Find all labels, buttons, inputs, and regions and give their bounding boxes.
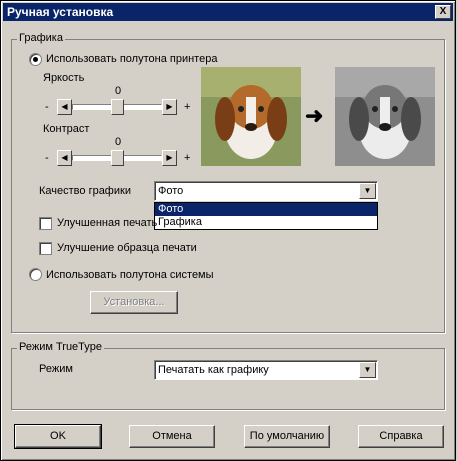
mode-label: Режим	[39, 363, 73, 375]
contrast-value: 0	[115, 136, 122, 148]
setup-button[interactable]: Установка...	[90, 291, 178, 314]
halftone-system-radio[interactable]	[29, 268, 42, 281]
improved-print-checkbox[interactable]	[39, 217, 52, 230]
contrast-label: Контраст	[43, 123, 90, 135]
quality-label: Качество графики	[39, 185, 131, 197]
brightness-thumb[interactable]	[111, 99, 124, 115]
contrast-thumb[interactable]	[111, 150, 124, 166]
help-button[interactable]: Справка	[358, 425, 444, 448]
ok-button[interactable]: OK	[14, 424, 102, 449]
arrow-right-icon: ➜	[305, 103, 324, 128]
brightness-slider[interactable]: ◀ ▶	[57, 99, 177, 115]
graphics-group-label: Графика	[17, 32, 65, 44]
dialog-window: Ручная установка X Графика Использовать …	[0, 0, 456, 461]
preview-color-image	[201, 67, 301, 166]
brightness-right-arrow-icon[interactable]: ▶	[162, 99, 177, 115]
contrast-plus: +	[184, 152, 191, 164]
quality-combobox[interactable]: Фото ▼	[154, 181, 378, 201]
window-title: Ручная установка	[7, 5, 114, 19]
improved-sample-label[interactable]: Улучшение образца печати	[57, 242, 197, 254]
chevron-down-icon[interactable]: ▼	[359, 362, 376, 378]
brightness-value: 0	[115, 85, 122, 97]
improved-sample-checkbox[interactable]	[39, 242, 52, 255]
mode-combobox[interactable]: Печатать как графику ▼	[154, 360, 378, 380]
cancel-button[interactable]: Отмена	[129, 425, 215, 448]
title-bar[interactable]: Ручная установка X	[3, 3, 453, 21]
default-button[interactable]: По умолчанию	[244, 425, 330, 448]
brightness-label: Яркость	[43, 72, 85, 84]
mode-value: Печатать как графику	[158, 364, 269, 376]
quality-option-photo[interactable]: Фото	[155, 203, 377, 216]
preview-gray-image	[335, 67, 435, 166]
contrast-left-arrow-icon[interactable]: ◀	[57, 150, 72, 166]
contrast-minus: -	[45, 152, 49, 164]
brightness-left-arrow-icon[interactable]: ◀	[57, 99, 72, 115]
close-icon[interactable]: X	[435, 5, 451, 19]
quality-option-graphics[interactable]: Графика	[155, 216, 377, 229]
halftone-printer-radio[interactable]	[29, 53, 42, 66]
contrast-right-arrow-icon[interactable]: ▶	[162, 150, 177, 166]
quality-dropdown-list[interactable]: Фото Графика	[154, 202, 378, 230]
brightness-plus: +	[184, 101, 191, 113]
truetype-group-label: Режим TrueType	[17, 341, 105, 353]
quality-value: Фото	[158, 185, 184, 197]
brightness-minus: -	[45, 101, 49, 113]
halftone-printer-label[interactable]: Использовать полутона принтера	[46, 53, 217, 65]
improved-print-label[interactable]: Улучшенная печать	[57, 217, 157, 229]
halftone-system-label[interactable]: Использовать полутона системы	[46, 269, 214, 281]
contrast-slider[interactable]: ◀ ▶	[57, 150, 177, 166]
chevron-down-icon[interactable]: ▼	[359, 183, 376, 199]
